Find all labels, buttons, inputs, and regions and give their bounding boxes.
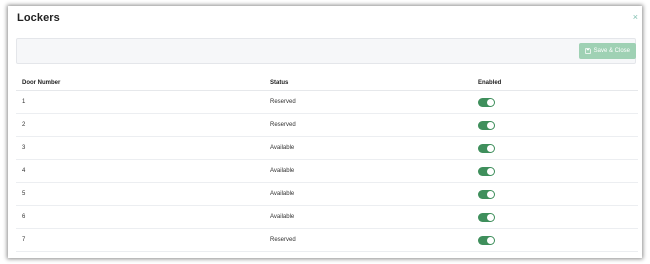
enabled-toggle[interactable] — [478, 235, 495, 245]
table-row: 7 Reserved — [16, 228, 638, 252]
door-number-cell: 7 — [16, 228, 264, 252]
toggle-knob — [487, 121, 494, 129]
toggle-knob — [487, 167, 494, 175]
enabled-toggle[interactable] — [478, 97, 495, 107]
toggle-knob — [487, 144, 494, 152]
status-cell: Available — [264, 205, 472, 229]
table-row: 4 Available — [16, 159, 638, 183]
door-number-cell: 2 — [16, 113, 264, 137]
save-and-close-button[interactable]: Save & Close — [578, 43, 636, 59]
enabled-toggle[interactable] — [478, 143, 495, 153]
enabled-toggle[interactable] — [478, 189, 495, 199]
table-row: 6 Available — [16, 205, 638, 229]
lockers-modal: Lockers × Save & Close Door Number Statu… — [8, 6, 642, 258]
enabled-toggle[interactable] — [478, 166, 495, 176]
table-row: 3 Available — [16, 136, 638, 160]
floppy-disk-icon — [584, 48, 591, 54]
enabled-cell — [472, 182, 638, 206]
status-cell: Reserved — [264, 228, 472, 252]
door-number-cell: 1 — [16, 90, 264, 114]
enabled-cell — [472, 113, 638, 137]
enabled-cell — [472, 136, 638, 160]
enabled-cell — [472, 159, 638, 183]
door-number-cell: 4 — [16, 159, 264, 183]
lockers-table: Door Number Status Enabled 1 Reserved 2 Res… — [16, 76, 638, 252]
close-icon[interactable]: × — [633, 13, 638, 22]
modal-title: Lockers — [17, 12, 60, 24]
toggle-knob — [487, 190, 494, 198]
modal-toolbar: Save & Close — [16, 38, 636, 64]
status-cell: Available — [264, 136, 472, 160]
header-door-number[interactable]: Door Number — [16, 76, 264, 91]
table-header-row: Door Number Status Enabled — [16, 76, 638, 91]
door-number-cell: 5 — [16, 182, 264, 206]
table-row: 5 Available — [16, 182, 638, 206]
toggle-knob — [487, 213, 494, 221]
save-and-close-label: Save & Close — [593, 48, 630, 54]
status-cell: Reserved — [264, 113, 472, 137]
status-cell: Reserved — [264, 90, 472, 114]
header-enabled[interactable]: Enabled — [472, 76, 638, 91]
header-status[interactable]: Status — [264, 76, 472, 91]
table-row: 1 Reserved — [16, 90, 638, 114]
enabled-cell — [472, 205, 638, 229]
toggle-knob — [487, 98, 494, 106]
toggle-knob — [487, 236, 494, 244]
enabled-toggle[interactable] — [478, 212, 495, 222]
enabled-cell — [472, 228, 638, 252]
door-number-cell: 6 — [16, 205, 264, 229]
enabled-cell — [472, 90, 638, 114]
status-cell: Available — [264, 182, 472, 206]
table-row: 2 Reserved — [16, 113, 638, 137]
enabled-toggle[interactable] — [478, 120, 495, 130]
status-cell: Available — [264, 159, 472, 183]
door-number-cell: 3 — [16, 136, 264, 160]
